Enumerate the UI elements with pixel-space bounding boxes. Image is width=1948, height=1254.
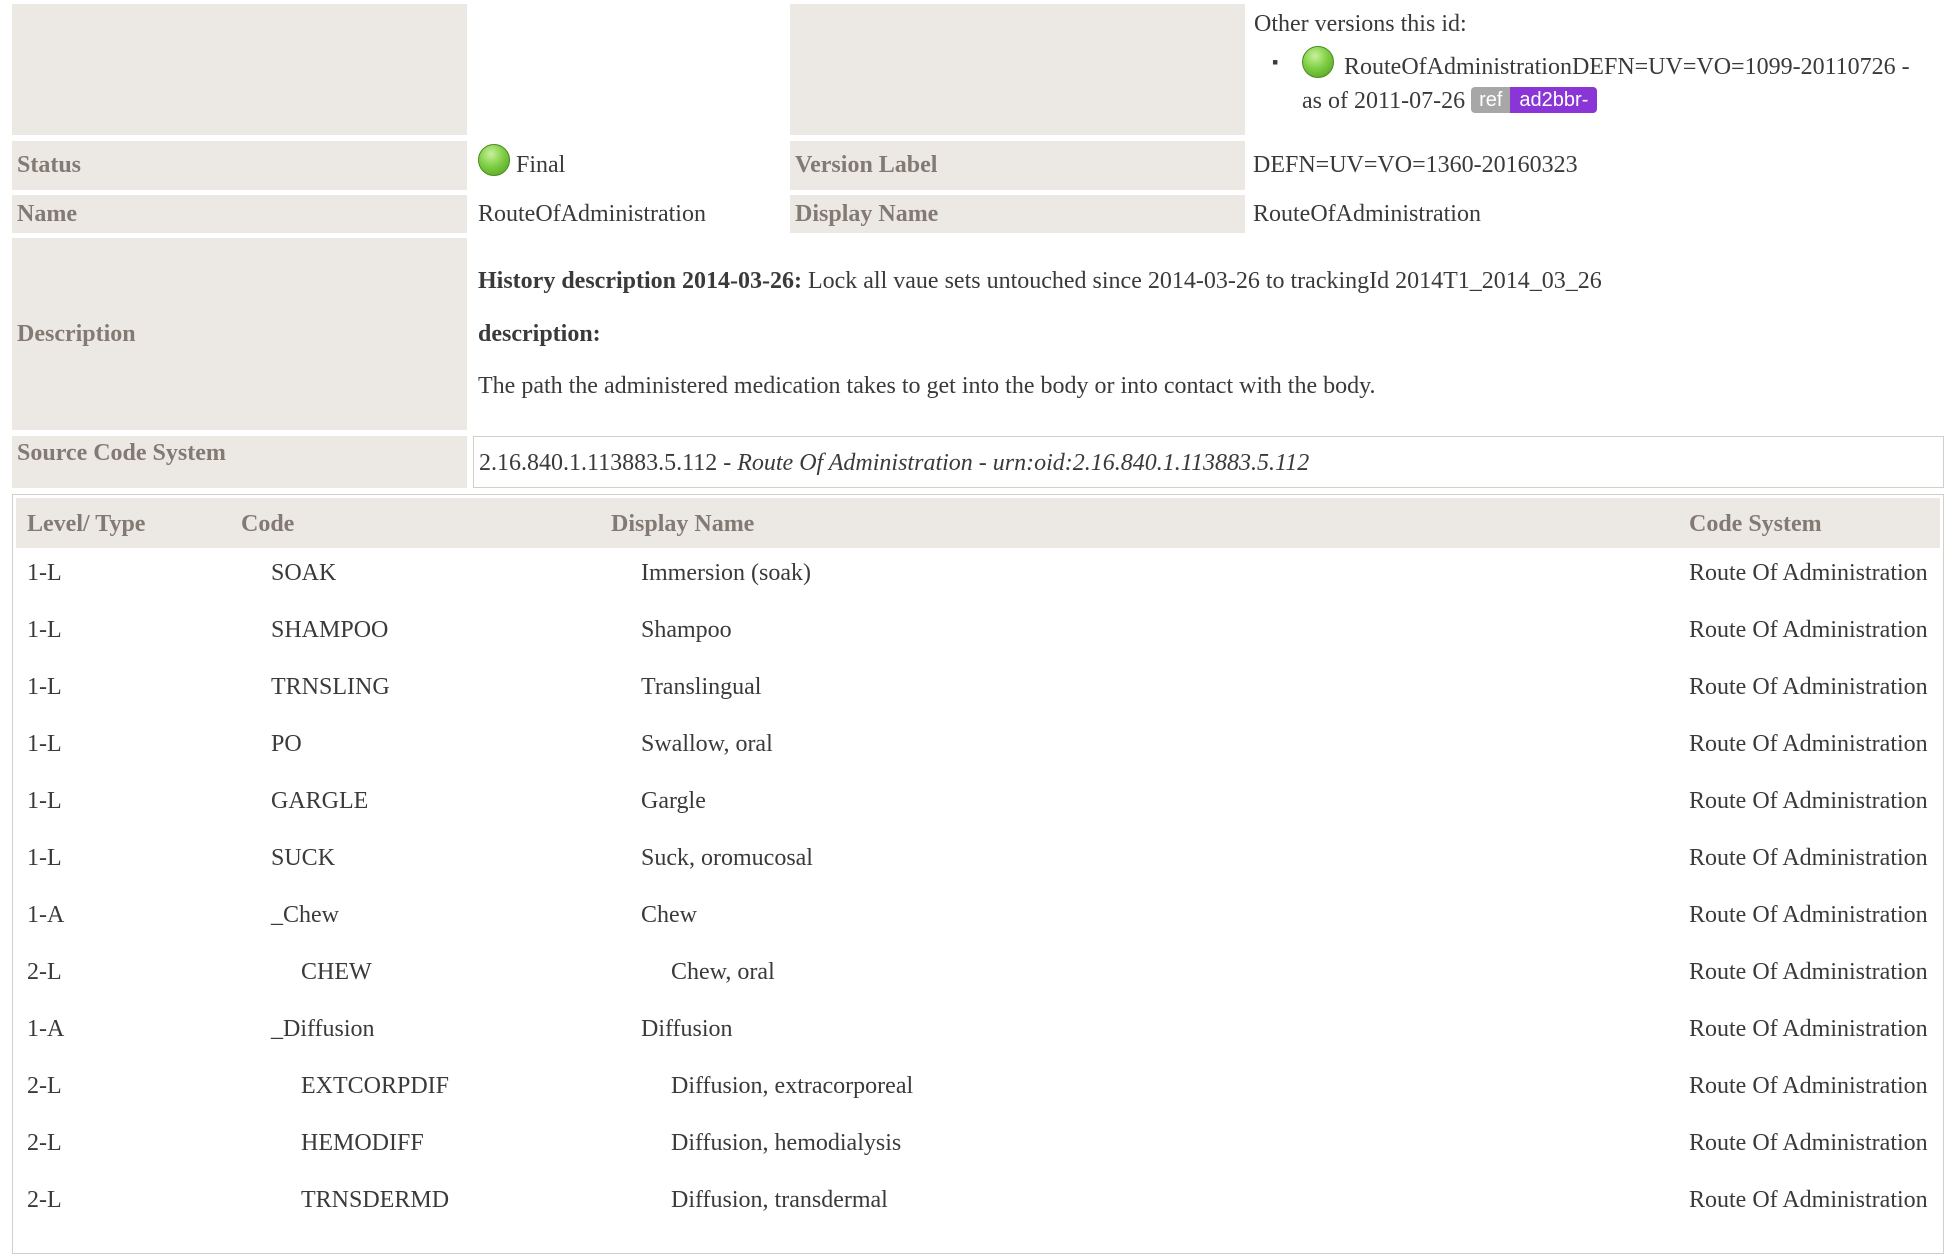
- header-display-name: Display Name: [611, 511, 755, 537]
- cell-level-type: 1-L: [27, 788, 62, 814]
- cell-display-name: Immersion (soak): [641, 560, 811, 586]
- source-code-system-value: 2.16.840.1.113883.5.112 - Route Of Admin…: [473, 436, 1944, 488]
- cell-code: _Chew: [271, 902, 339, 928]
- cell-code: TRNSDERMD: [301, 1187, 450, 1213]
- other-version-date: as of 2011-07-26: [1302, 88, 1466, 114]
- cell-code: HEMODIFF: [301, 1130, 424, 1156]
- name-value: RouteOfAdministration: [478, 201, 706, 227]
- cell-display-name: Shampoo: [641, 617, 732, 643]
- header-blank-cell-left: [12, 4, 467, 135]
- cell-level-type: 1-A: [27, 902, 65, 928]
- display-name-label: Display Name: [790, 195, 1245, 233]
- other-versions-item: ▪ RouteOfAdministrationDEFN=UV=VO=1099-2…: [1254, 46, 1944, 118]
- cell-display-name: Diffusion, extracorporeal: [671, 1073, 914, 1099]
- status-final-icon: [1302, 46, 1334, 78]
- cell-display-name: Chew, oral: [671, 959, 775, 985]
- cell-code-system: Route Of Administration: [1689, 788, 1928, 814]
- other-version-link[interactable]: RouteOfAdministrationDEFN=UV=VO=1099-201…: [1344, 54, 1910, 80]
- cell-display-name: Diffusion, transdermal: [671, 1187, 888, 1213]
- status-label: Status: [12, 141, 467, 190]
- table-header: Level/ Type Code Display Name Code Syste…: [16, 498, 1940, 548]
- bullet: ▪: [1272, 52, 1279, 72]
- cell-code-system: Route Of Administration: [1689, 1130, 1928, 1156]
- cell-display-name: Diffusion: [641, 1016, 733, 1042]
- description-text: The path the administered medication tak…: [478, 373, 1376, 399]
- ref-badge-label: ref: [1471, 87, 1511, 113]
- cell-code: _Diffusion: [271, 1016, 375, 1042]
- cell-code-system: Route Of Administration: [1689, 959, 1928, 985]
- description-label: Description: [12, 238, 467, 430]
- cell-level-type: 2-L: [27, 1187, 62, 1213]
- cell-display-name: Gargle: [641, 788, 706, 814]
- history-description-title: History description 2014-03-26:: [478, 268, 802, 294]
- status-value: Final: [473, 141, 783, 190]
- cell-display-name: Chew: [641, 902, 697, 928]
- cell-code: SHAMPOO: [271, 617, 389, 643]
- cell-code: TRNSLING: [271, 674, 390, 700]
- cell-code-system: Route Of Administration: [1689, 560, 1928, 586]
- cell-code: CHEW: [301, 959, 372, 985]
- header-blank-cell-mid: [790, 4, 1245, 135]
- cell-level-type: 1-L: [27, 560, 62, 586]
- name-label: Name: [12, 195, 467, 233]
- cell-level-type: 1-A: [27, 1016, 65, 1042]
- cell-level-type: 1-L: [27, 617, 62, 643]
- header-code-system: Code System: [1689, 511, 1822, 537]
- ref-badge-id: ad2bbr-: [1510, 87, 1598, 113]
- cell-level-type: 2-L: [27, 1073, 62, 1099]
- cell-display-name: Swallow, oral: [641, 731, 773, 757]
- other-versions-heading: Other versions this id:: [1254, 11, 1467, 37]
- cell-display-name: Translingual: [641, 674, 762, 700]
- source-name: Route Of Administration: [737, 450, 973, 476]
- source-code-system-label: Source Code System: [12, 436, 467, 488]
- cell-code-system: Route Of Administration: [1689, 1016, 1928, 1042]
- cell-display-name: Suck, oromucosal: [641, 845, 813, 871]
- cell-code-system: Route Of Administration: [1689, 1187, 1928, 1213]
- display-name-value: RouteOfAdministration: [1253, 201, 1481, 227]
- version-label-label: Version Label: [790, 141, 1245, 190]
- cell-code: SOAK: [271, 560, 337, 586]
- ref-badge: ref ad2bbr-: [1471, 87, 1598, 113]
- cell-level-type: 2-L: [27, 959, 62, 985]
- description-value: History description 2014-03-26: Lock all…: [473, 262, 1938, 405]
- other-versions-panel: Other versions this id: ▪ RouteOfAdminis…: [1254, 8, 1944, 118]
- cell-code: EXTCORPDIF: [301, 1073, 450, 1099]
- source-urn: urn:oid:2.16.840.1.113883.5.112: [992, 450, 1310, 476]
- cell-code: SUCK: [271, 845, 336, 871]
- cell-code-system: Route Of Administration: [1689, 1073, 1928, 1099]
- history-description-text: Lock all vaue sets untouched since 2014-…: [801, 268, 1602, 294]
- cell-level-type: 1-L: [27, 731, 62, 757]
- cell-code: PO: [271, 731, 302, 757]
- version-label-value: DEFN=UV=VO=1360-20160323: [1253, 152, 1578, 178]
- cell-code-system: Route Of Administration: [1689, 731, 1928, 757]
- history-description: History description 2014-03-26: Lock all…: [478, 262, 1938, 300]
- cell-code-system: Route Of Administration: [1689, 902, 1928, 928]
- cell-level-type: 1-L: [27, 845, 62, 871]
- cell-code-system: Route Of Administration: [1689, 617, 1928, 643]
- status-final-icon: [478, 144, 510, 176]
- header-code: Code: [241, 511, 295, 537]
- header-level-type: Level/ Type: [27, 511, 146, 537]
- cell-code-system: Route Of Administration: [1689, 674, 1928, 700]
- source-oid: 2.16.840.1.113883.5.112: [479, 450, 718, 476]
- cell-level-type: 1-L: [27, 674, 62, 700]
- cell-code-system: Route Of Administration: [1689, 845, 1928, 871]
- cell-display-name: Diffusion, hemodialysis: [671, 1130, 902, 1156]
- cell-code: GARGLE: [271, 788, 369, 814]
- status-text: Final: [516, 152, 566, 178]
- cell-level-type: 2-L: [27, 1130, 62, 1156]
- description-title: description:: [478, 321, 601, 347]
